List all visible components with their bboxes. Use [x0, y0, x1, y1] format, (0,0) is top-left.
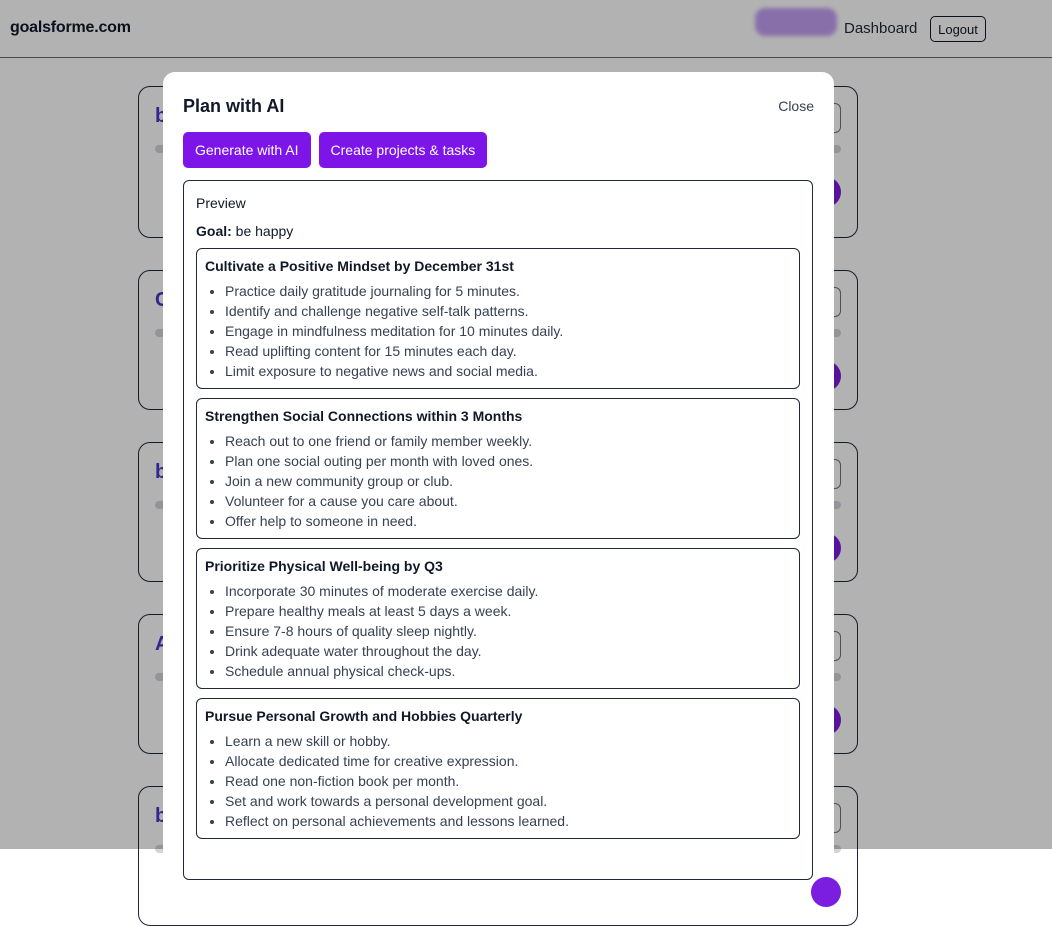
project-title: Strengthen Social Connections within 3 M…: [205, 408, 523, 424]
goal-action-button[interactable]: [811, 877, 841, 907]
task-item: Offer help to someone in need.: [225, 511, 791, 531]
preview-heading: Preview: [196, 195, 246, 211]
create-projects-tasks-button[interactable]: Create projects & tasks: [318, 132, 488, 168]
task-item: Read uplifting content for 15 minutes ea…: [225, 341, 791, 361]
task-item: Learn a new skill or hobby.: [225, 731, 791, 751]
task-item: Limit exposure to negative news and soci…: [225, 361, 791, 381]
goal-summary: Goal: be happy: [196, 223, 800, 239]
task-list: Reach out to one friend or family member…: [205, 431, 791, 531]
task-list: Learn a new skill or hobby. Allocate ded…: [205, 731, 791, 831]
task-item: Engage in mindfulness meditation for 10 …: [225, 321, 791, 341]
project-card: Prioritize Physical Well-being by Q3 Inc…: [196, 548, 800, 689]
task-list: Incorporate 30 minutes of moderate exerc…: [205, 581, 791, 681]
goal-value: be happy: [235, 223, 294, 239]
task-item: Schedule annual physical check-ups.: [225, 661, 791, 681]
task-item: Identify and challenge negative self-tal…: [225, 301, 791, 321]
project-title: Prioritize Physical Well-being by Q3: [205, 558, 443, 574]
task-item: Drink adequate water throughout the day.: [225, 641, 791, 661]
task-item: Plan one social outing per month with lo…: [225, 451, 791, 471]
task-list: Practice daily gratitude journaling for …: [205, 281, 791, 381]
task-item: Allocate dedicated time for creative exp…: [225, 751, 791, 771]
task-item: Volunteer for a cause you care about.: [225, 491, 791, 511]
preview-panel: Preview Goal: be happy Cultivate a Posit…: [183, 180, 813, 880]
task-item: Incorporate 30 minutes of moderate exerc…: [225, 581, 791, 601]
task-item: Read one non-fiction book per month.: [225, 771, 791, 791]
close-button[interactable]: Close: [778, 98, 814, 114]
task-item: Reach out to one friend or family member…: [225, 431, 791, 451]
generate-with-ai-button[interactable]: Generate with AI: [183, 132, 311, 168]
project-card: Pursue Personal Growth and Hobbies Quart…: [196, 698, 800, 839]
project-title: Pursue Personal Growth and Hobbies Quart…: [205, 708, 523, 724]
task-item: Ensure 7-8 hours of quality sleep nightl…: [225, 621, 791, 641]
project-card: Strengthen Social Connections within 3 M…: [196, 398, 800, 539]
task-item: Join a new community group or club.: [225, 471, 791, 491]
modal-actions: Generate with AI Create projects & tasks: [183, 132, 488, 168]
task-item: Practice daily gratitude journaling for …: [225, 281, 791, 301]
goal-label: Goal:: [196, 223, 232, 239]
task-item: Prepare healthy meals at least 5 days a …: [225, 601, 791, 621]
project-card: Cultivate a Positive Mindset by December…: [196, 248, 800, 389]
task-item: Reflect on personal achievements and les…: [225, 811, 791, 831]
project-title: Cultivate a Positive Mindset by December…: [205, 258, 514, 274]
task-item: Set and work towards a personal developm…: [225, 791, 791, 811]
plan-with-ai-modal: Plan with AI Close Generate with AI Crea…: [163, 72, 834, 880]
modal-title: Plan with AI: [183, 96, 285, 116]
